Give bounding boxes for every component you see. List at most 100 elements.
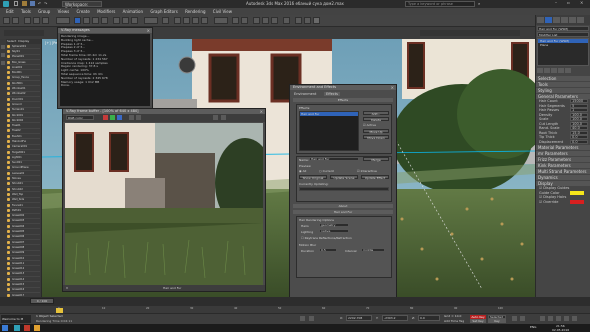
pan-icon[interactable] [556,316,561,321]
menu-views[interactable]: Views [58,8,70,15]
language-indicator[interactable]: ENG [530,325,536,329]
effects-list-item[interactable]: Hair and Fur [300,112,358,116]
rendered-frame-window-icon[interactable] [304,17,311,24]
menu-rendering[interactable]: Rendering [185,8,205,15]
select-object-icon[interactable] [74,17,81,24]
render-production-icon[interactable] [313,17,320,24]
reference-coordinate-dropdown[interactable] [144,17,158,24]
lighting-dropdown[interactable]: native [319,229,349,233]
about-rollout-header[interactable]: About [293,204,393,208]
object-name-field[interactable]: Hair and Fur (WSM) [537,26,589,31]
modifier-stack-item[interactable]: Plane [538,43,588,47]
material-editor-icon[interactable] [283,17,290,24]
show-original-button[interactable]: Show Original [299,175,327,180]
effects-all-radio[interactable]: ◉ All [299,169,306,173]
taskbar-folder-icon[interactable] [34,325,40,331]
z-coord-input[interactable]: 0.0 [418,315,440,321]
rotate-icon[interactable] [122,17,129,24]
menu-create[interactable]: Create [77,8,90,15]
dynamics-rollout[interactable]: Dynamics [536,175,590,180]
field-of-view-icon[interactable] [564,316,569,321]
hierarchy-tab-icon[interactable] [553,17,560,23]
layer-explorer-icon[interactable] [253,17,260,24]
kink-parameters-rollout[interactable]: Kink Parameters [536,163,590,168]
schematic-view-icon[interactable] [271,17,278,24]
play-animation-icon[interactable] [512,316,517,321]
delete-effect-button[interactable]: Delete [363,117,389,122]
update-scene-button[interactable]: Update Scene [330,175,358,180]
channel-dropdown[interactable]: RGB color [66,115,94,120]
show-end-result-icon[interactable] [544,68,550,73]
effects-list[interactable]: Hair and Fur [299,111,359,151]
clear-image-icon[interactable] [136,115,141,120]
menu-civil-view[interactable]: Civil View [213,8,232,15]
active-checkbox[interactable]: ☑ Active [363,123,376,127]
hairs-dropdown[interactable]: geometry [319,223,349,227]
minimize-icon[interactable]: – [555,0,557,5]
align-icon[interactable] [241,17,248,24]
modify-mode-icon[interactable] [1,61,5,65]
frizz-parameters-rollout[interactable]: Frizz Parameters [536,157,590,162]
menu-animation[interactable]: Animation [123,8,143,15]
param-spinner[interactable]: 0.0 [570,139,588,144]
create-mode-icon[interactable] [1,53,5,57]
y-coord-input[interactable]: -2303.2 [382,315,408,321]
track-bar[interactable]: 0 10 20 30 40 50 60 70 80 90 100 [0,306,590,314]
menu-edit[interactable]: Edit [6,8,14,15]
pivot-center-icon[interactable] [162,17,169,24]
menu-graph-editors[interactable]: Graph Editors [150,8,177,15]
menu-group[interactable]: Group [38,8,50,15]
window-crossing-icon[interactable] [101,17,108,24]
orbit-icon[interactable] [548,316,553,321]
modifier-stack[interactable]: Hair and Fur (WSM) Plane [537,38,589,66]
guide-color-swatch[interactable] [570,191,584,195]
remove-modifier-icon[interactable] [558,68,564,73]
unlink-icon[interactable] [33,17,40,24]
styling-rollout[interactable]: Styling [536,88,590,93]
light-target-icon[interactable] [178,56,196,74]
ribbon-tools[interactable] [420,30,520,36]
search-icon[interactable]: ⌕ [478,1,480,6]
move-up-button[interactable]: Move Up [363,129,389,134]
rectangle-selection-icon[interactable] [92,17,99,24]
redo-tool-icon[interactable] [12,17,19,24]
undo-tool-icon[interactable] [3,17,10,24]
merge-button[interactable]: Merge [363,157,389,162]
maximize-viewport-icon[interactable] [572,316,577,321]
effects-current-radio[interactable]: ○ Current [319,169,334,173]
close-icon[interactable]: × [391,85,394,90]
set-key-button[interactable]: Set Key [470,319,486,323]
override-checkbox[interactable]: ☑ [539,200,542,204]
configure-sets-icon[interactable] [565,68,571,73]
tools-rollout[interactable]: Tools [536,82,590,87]
scale-icon[interactable] [131,17,138,24]
link-icon[interactable] [24,17,31,24]
tab-display[interactable]: Display [18,39,29,44]
percent-snap-icon[interactable] [192,17,199,24]
hair-fur-rollout-header[interactable]: Hair and Fur [293,210,393,214]
zoom-icon[interactable] [540,316,545,321]
move-down-button[interactable]: Move Down [363,135,389,140]
make-unique-icon[interactable] [551,68,557,73]
raytrace-checkbox[interactable]: ☐ Raytrace Reflections/Refraction [301,236,352,240]
add-effect-button[interactable]: Add... [363,111,389,116]
curve-editor-icon[interactable] [262,17,269,24]
close-icon[interactable]: × [580,0,583,5]
save-image-icon[interactable] [129,115,134,120]
hair-color-swatch[interactable] [570,200,584,204]
spinner-snap-icon[interactable] [201,17,208,24]
render-setup-icon[interactable] [295,17,302,24]
select-mode-icon[interactable] [1,45,5,49]
menu-tools[interactable]: Tools [21,8,31,15]
render-region-icon[interactable] [213,115,218,120]
blue-channel-icon[interactable] [117,115,122,120]
tab-effects[interactable]: Effects [324,92,340,96]
maxscript-listener[interactable]: Welcome to M [1,315,31,323]
display-tab-icon[interactable] [569,17,576,23]
red-channel-icon[interactable] [103,115,108,120]
snaps-toggle-icon[interactable] [174,17,181,24]
angle-snap-icon[interactable] [183,17,190,24]
maximize-icon[interactable]: ▫ [567,0,570,5]
modifier-list-dropdown[interactable]: Modifier List [537,32,589,37]
green-channel-icon[interactable] [110,115,115,120]
